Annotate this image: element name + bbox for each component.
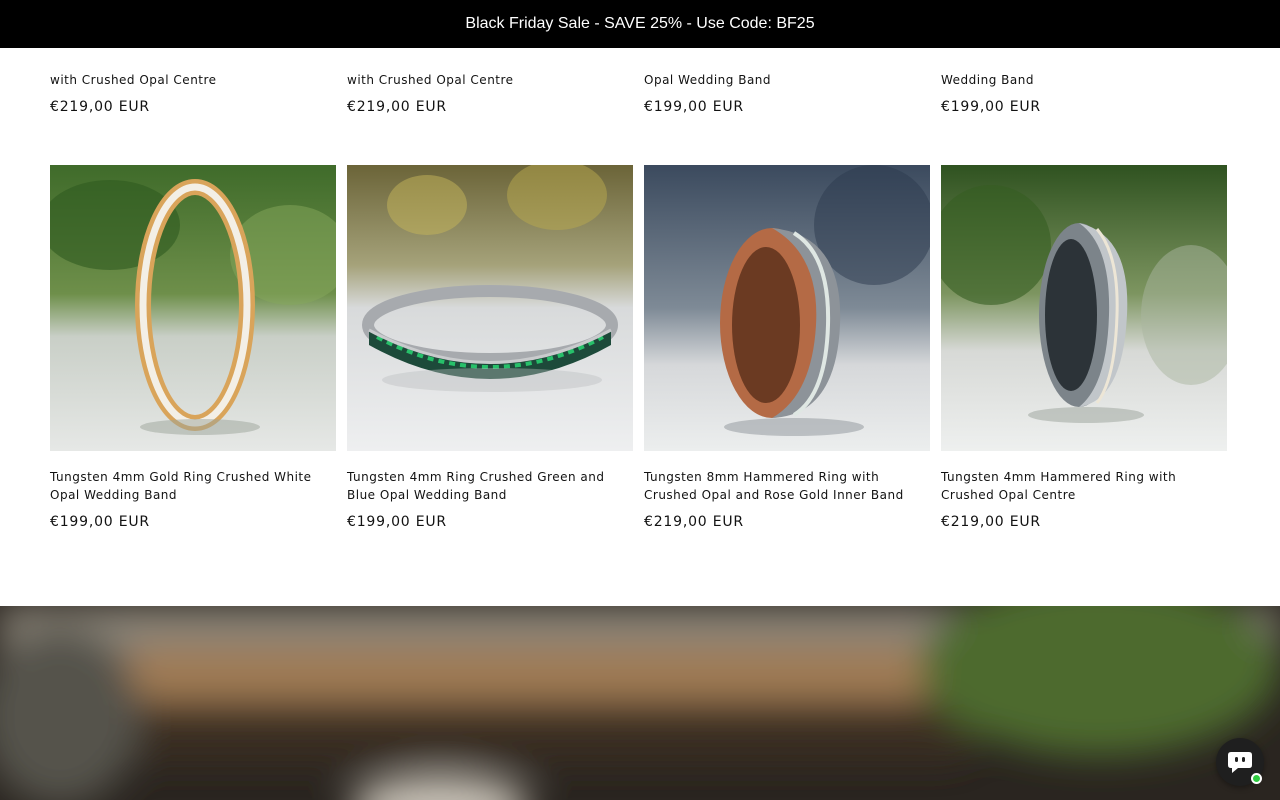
hammered-rose-gold-ring-image: [644, 165, 930, 451]
announcement-bar[interactable]: Black Friday Sale - SAVE 25% - Use Code:…: [0, 0, 1280, 48]
product-price: €219,00 EUR: [50, 99, 150, 115]
product-price: €219,00 EUR: [644, 514, 744, 530]
hammered-opal-ring-image: [941, 165, 1227, 451]
blurred-ring-photo: [0, 606, 1280, 800]
product-image[interactable]: [50, 165, 336, 451]
product-card[interactable]: Tungsten 8mm Hammered Ring with Crushed …: [644, 165, 930, 530]
product-price: €199,00 EUR: [347, 514, 447, 530]
green-blue-opal-ring-image: [347, 165, 633, 451]
product-price: €199,00 EUR: [50, 514, 150, 530]
product-title[interactable]: Tungsten 8mm Hammered Ring with Crushed …: [644, 468, 930, 504]
product-price: €219,00 EUR: [347, 99, 447, 115]
online-status-indicator: [1251, 773, 1262, 784]
chat-widget-button[interactable]: [1216, 738, 1264, 786]
product-price: €219,00 EUR: [941, 514, 1041, 530]
product-image[interactable]: [941, 165, 1227, 451]
chat-bubble-icon: [1228, 752, 1252, 773]
gold-white-opal-ring-image: [50, 165, 336, 451]
product-title[interactable]: Tungsten 4mm Ring Crushed Green and Blue…: [347, 468, 633, 504]
product-price: €199,00 EUR: [644, 99, 744, 115]
product-image[interactable]: [644, 165, 930, 451]
product-card[interactable]: Tungsten 4mm Hammered Ring with Crushed …: [941, 165, 1227, 530]
product-card[interactable]: Tungsten 4mm Gold Ring Crushed White Opa…: [50, 165, 336, 530]
product-card[interactable]: Tungsten 4mm Ring Crushed Green and Blue…: [347, 165, 633, 530]
hero-banner-image: [0, 606, 1280, 800]
product-title[interactable]: Tungsten 4mm Hammered Ring with Crushed …: [941, 468, 1227, 504]
product-price: €199,00 EUR: [941, 99, 1041, 115]
product-title[interactable]: Tungsten 4mm Gold Ring Crushed White Opa…: [50, 468, 336, 504]
announcement-text: Black Friday Sale - SAVE 25% - Use Code:…: [465, 15, 815, 32]
product-image[interactable]: [347, 165, 633, 451]
product-grid: Tungsten 4mm Gold Ring Crushed White Opa…: [50, 165, 1230, 530]
